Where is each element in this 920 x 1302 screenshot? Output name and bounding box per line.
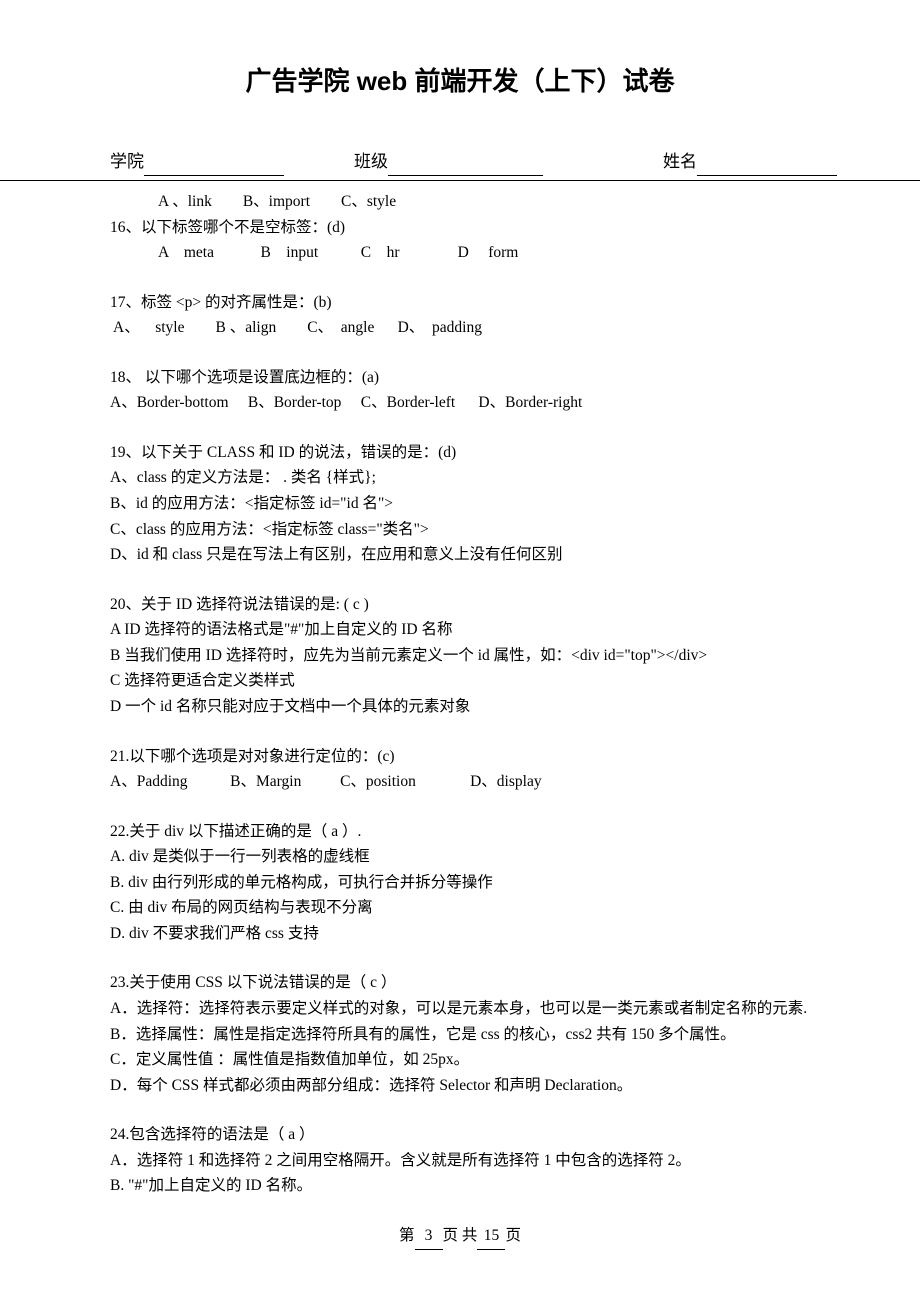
q20-b: B 当我们使用 ID 选择符时，应先为当前元素定义一个 id 属性，如：<div… — [110, 643, 810, 669]
q20-a: A ID 选择符的语法格式是"#"加上自定义的 ID 名称 — [110, 617, 810, 643]
q23-b: B．选择属性：属性是指定选择符所具有的属性，它是 css 的核心，css2 共有… — [110, 1022, 810, 1048]
q15-options: A 、link B、import C、style — [110, 189, 810, 215]
q19-b: B、id 的应用方法：<指定标签 id="id 名"> — [110, 491, 810, 517]
field-name-label: 姓名 — [663, 148, 697, 176]
q19-d: D、id 和 class 只是在写法上有区别，在应用和意义上没有任何区别 — [110, 542, 810, 568]
q19-a: A、class 的定义方法是： . 类名 {样式}; — [110, 465, 810, 491]
page-footer: 第3页 共15页 — [0, 1223, 920, 1250]
q20-c: C 选择符更适合定义类样式 — [110, 668, 810, 694]
footer-p2: 页 共 — [443, 1227, 478, 1244]
field-school-input[interactable] — [144, 156, 284, 176]
q17-stem: 17、标签 <p> 的对齐属性是：(b) — [110, 290, 810, 316]
q22-a: A. div 是类似于一行一列表格的虚线框 — [110, 844, 810, 870]
q21-stem: 21.以下哪个选项是对对象进行定位的：(c) — [110, 744, 810, 770]
q24-a: A．选择符 1 和选择符 2 之间用空格隔开。含义就是所有选择符 1 中包含的选… — [110, 1148, 810, 1174]
q19-stem: 19、以下关于 CLASS 和 ID 的说法，错误的是：(d) — [110, 440, 810, 466]
q16-stem: 16、以下标签哪个不是空标签：(d) — [110, 215, 810, 241]
exam-content: A 、link B、import C、style 16、以下标签哪个不是空标签：… — [110, 189, 810, 1199]
q23-a: A．选择符：选择符表示要定义样式的对象，可以是元素本身，也可以是一类元素或者制定… — [110, 996, 810, 1022]
field-class-label: 班级 — [354, 148, 388, 176]
field-class: 班级 — [354, 148, 543, 176]
q24-b: B. "#"加上自定义的 ID 名称。 — [110, 1173, 810, 1199]
footer-page-total: 15 — [477, 1223, 505, 1250]
footer-page-current: 3 — [415, 1223, 443, 1250]
q22-d: D. div 不要求我们严格 css 支持 — [110, 921, 810, 947]
field-class-input[interactable] — [388, 156, 543, 176]
q22-stem: 22.关于 div 以下描述正确的是（ a ）. — [110, 819, 810, 845]
field-school: 学院 — [110, 148, 284, 176]
q18-options: A、Border-bottom B、Border-top C、Border-le… — [110, 390, 810, 416]
q19-c: C、class 的应用方法：<指定标签 class="类名"> — [110, 517, 810, 543]
q20-d: D 一个 id 名称只能对应于文档中一个具体的元素对象 — [110, 694, 810, 720]
q21-options: A、Padding B、Margin C、position D、display — [110, 769, 810, 795]
field-school-label: 学院 — [110, 148, 144, 176]
q17-options: A、 style B 、align C、 angle D、 padding — [110, 315, 810, 341]
footer-p1: 第 — [399, 1227, 415, 1244]
q22-b: B. div 由行列形成的单元格构成，可执行合并拆分等操作 — [110, 870, 810, 896]
q20-stem: 20、关于 ID 选择符说法错误的是: ( c ) — [110, 592, 810, 618]
q18-stem: 18、 以下哪个选项是设置底边框的：(a) — [110, 365, 810, 391]
header-divider — [0, 180, 920, 181]
footer-p3: 页 — [505, 1227, 521, 1244]
q16-options: A meta B input C hr D form — [110, 240, 810, 266]
q22-c: C. 由 div 布局的网页结构与表现不分离 — [110, 895, 810, 921]
field-name-input[interactable] — [697, 156, 837, 176]
field-name: 姓名 — [663, 148, 837, 176]
q23-c: C．定义属性值 ：属性值是指数值加单位，如 25px。 — [110, 1047, 810, 1073]
header-fields: 学院 班级 姓名 — [110, 148, 810, 176]
q23-d: D．每个 CSS 样式都必须由两部分组成：选择符 Selector 和声明 De… — [110, 1073, 810, 1099]
q23-stem: 23.关于使用 CSS 以下说法错误的是（ c ） — [110, 970, 810, 996]
q24-stem: 24.包含选择符的语法是（ a ） — [110, 1122, 810, 1148]
exam-title: 广告学院 web 前端开发（上下）试卷 — [110, 60, 810, 103]
